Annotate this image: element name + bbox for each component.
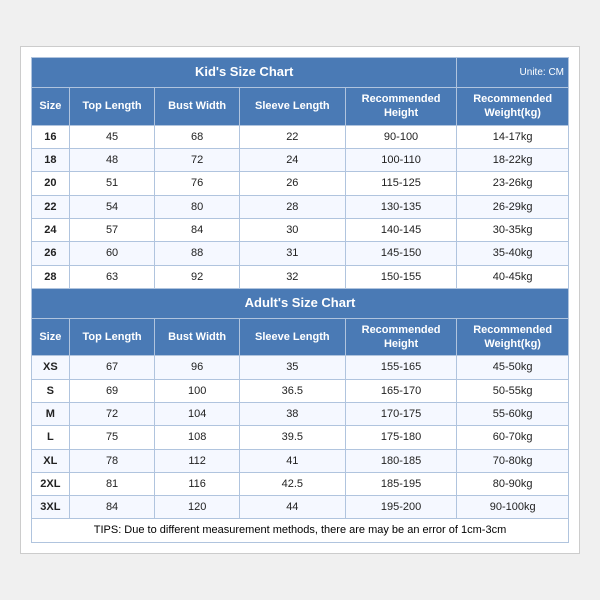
table-row: 2XL 81 116 42.5 185-195 80-90kg (32, 472, 569, 495)
kids-header-row: Size Top Length Bust Width Sleeve Length… (32, 88, 569, 126)
adults-col-size: Size (32, 318, 70, 356)
table-row: M 72 104 38 170-175 55-60kg (32, 402, 569, 425)
adults-col-rec-height: RecommendedHeight (345, 318, 457, 356)
adults-title-row: Adult's Size Chart (32, 288, 569, 318)
size-chart-table: Kid's Size Chart Unite: CM Size Top Leng… (31, 57, 569, 542)
adults-col-rec-weight: RecommendedWeight(kg) (457, 318, 569, 356)
kids-col-sleeve-length: Sleeve Length (239, 88, 345, 126)
table-row: 24 57 84 30 140-145 30-35kg (32, 218, 569, 241)
table-row: 26 60 88 31 145-150 35-40kg (32, 242, 569, 265)
table-row: XS 67 96 35 155-165 45-50kg (32, 356, 569, 379)
adults-col-sleeve-length: Sleeve Length (239, 318, 345, 356)
table-row: 22 54 80 28 130-135 26-29kg (32, 195, 569, 218)
kids-col-top-length: Top Length (69, 88, 155, 126)
kids-col-rec-height: RecommendedHeight (345, 88, 457, 126)
adults-header-row: Size Top Length Bust Width Sleeve Length… (32, 318, 569, 356)
kids-title: Kid's Size Chart (195, 64, 293, 79)
size-chart-card: Kid's Size Chart Unite: CM Size Top Leng… (20, 46, 580, 553)
table-row: S 69 100 36.5 165-170 50-55kg (32, 379, 569, 402)
table-row: 28 63 92 32 150-155 40-45kg (32, 265, 569, 288)
kids-title-row: Kid's Size Chart Unite: CM (32, 58, 569, 88)
table-row: 3XL 84 120 44 195-200 90-100kg (32, 496, 569, 519)
unit-label: Unite: CM (520, 67, 564, 78)
kids-col-rec-weight: RecommendedWeight(kg) (457, 88, 569, 126)
adults-col-bust-width: Bust Width (155, 318, 239, 356)
table-row: XL 78 112 41 180-185 70-80kg (32, 449, 569, 472)
kids-col-bust-width: Bust Width (155, 88, 239, 126)
adults-col-top-length: Top Length (69, 318, 155, 356)
kids-col-size: Size (32, 88, 70, 126)
table-row: L 75 108 39.5 175-180 60-70kg (32, 426, 569, 449)
tips-text: TIPS: Due to different measurement metho… (94, 524, 506, 536)
table-row: 18 48 72 24 100-110 18-22kg (32, 149, 569, 172)
adults-title: Adult's Size Chart (245, 295, 356, 310)
table-row: 20 51 76 26 115-125 23-26kg (32, 172, 569, 195)
table-row: 16 45 68 22 90-100 14-17kg (32, 125, 569, 148)
tips-row: TIPS: Due to different measurement metho… (32, 519, 569, 542)
